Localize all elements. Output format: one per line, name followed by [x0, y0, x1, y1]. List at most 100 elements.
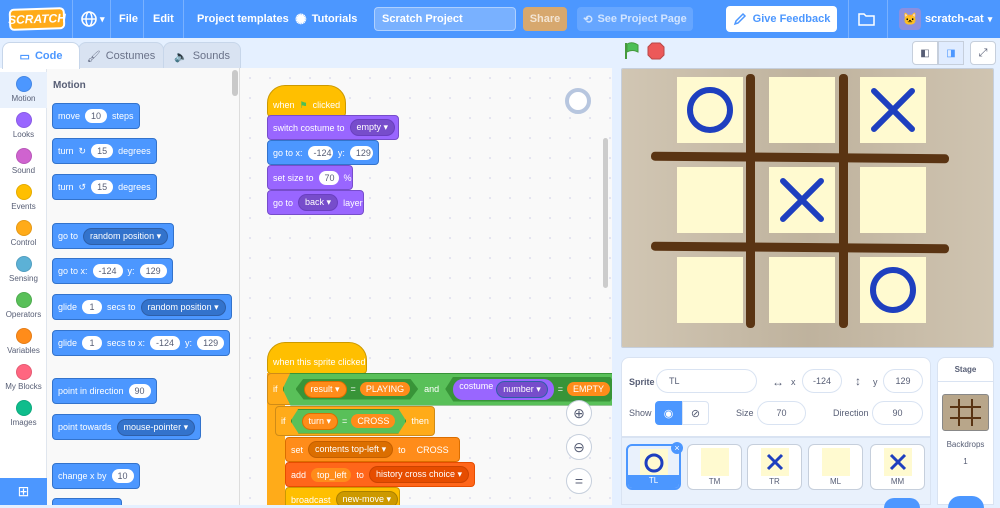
- block-if-outer[interactable]: if result=PLAYING and costumenumber=EMPT…: [267, 373, 612, 405]
- sprite-direction-input[interactable]: 90: [872, 401, 923, 425]
- file-menu[interactable]: File: [119, 0, 138, 38]
- code-workspace[interactable]: when⚑clicked switch costume toempty go t…: [240, 68, 612, 505]
- language-globe-icon[interactable]: ▾: [80, 0, 105, 38]
- sprite-tile-tl[interactable]: TL ×: [626, 442, 683, 490]
- block-go-to-layer[interactable]: go tobacklayer: [267, 190, 364, 215]
- sprite-y-input[interactable]: 129: [883, 369, 923, 393]
- block-glide-to[interactable]: glide 1 secs to random position: [52, 294, 232, 320]
- fullscreen-button[interactable]: ⤢: [970, 41, 996, 65]
- give-feedback-button[interactable]: Give Feedback: [726, 6, 837, 32]
- o-mark: [870, 267, 916, 313]
- block-switch-costume[interactable]: switch costume to empty: [267, 115, 399, 140]
- fullscreen-icon: ⤢: [978, 46, 988, 59]
- chevron-down-icon: ▾: [987, 13, 993, 24]
- add-sprite-button[interactable]: [884, 498, 920, 508]
- stage-canvas[interactable]: [621, 68, 994, 348]
- board-cell[interactable]: [860, 77, 926, 143]
- my-stuff-folder-icon[interactable]: [858, 0, 875, 38]
- block-change-x[interactable]: change x by 10: [52, 463, 140, 489]
- board-cell[interactable]: [769, 167, 835, 233]
- tab-costumes[interactable]: 🖌 Costumes: [78, 42, 164, 69]
- block-point-towards[interactable]: point towards mouse-pointer: [52, 414, 202, 440]
- block-partial[interactable]: [52, 498, 122, 505]
- stage-target-panel[interactable]: Stage Backdrops 1: [937, 357, 994, 508]
- category-variables[interactable]: Variables: [0, 324, 47, 360]
- sprite-size-input[interactable]: 70: [757, 401, 806, 425]
- block-palette: Motion move 10 steps turn ↻ 15 degrees turn ↺ 1…: [47, 68, 240, 505]
- category-images[interactable]: Images: [0, 396, 47, 432]
- block-broadcast[interactable]: broadcast new-move: [285, 487, 400, 505]
- tab-sounds[interactable]: 🔈 Sounds: [163, 42, 241, 69]
- small-stage-button[interactable]: ◧: [912, 41, 938, 65]
- block-turn-left[interactable]: turn ↺ 15 degrees: [52, 174, 157, 200]
- x-mark: [780, 178, 824, 222]
- sprite-tile-tr[interactable]: TR: [747, 444, 802, 490]
- block-when-sprite-clicked[interactable]: when this sprite clicked: [267, 342, 367, 374]
- tab-code-label: Code: [34, 50, 63, 62]
- show-hidden-button[interactable]: ⊘: [682, 401, 709, 425]
- zoom-in-button[interactable]: ⊕: [566, 400, 592, 426]
- speaker-icon: 🔈: [173, 50, 188, 63]
- sprite-tile-mm[interactable]: MM: [870, 444, 925, 490]
- board-cell[interactable]: [769, 257, 835, 323]
- block-set-variable[interactable]: setcontents top-lefttoCROSS: [285, 437, 460, 462]
- share-button[interactable]: Share: [523, 7, 567, 31]
- edit-menu[interactable]: Edit: [153, 0, 174, 38]
- category-my-blocks[interactable]: My Blocks: [0, 360, 47, 396]
- block-go-to-xy[interactable]: go to x: -124 y: 129: [267, 140, 379, 165]
- category-sensing[interactable]: Sensing: [0, 252, 47, 288]
- block-go-to-xy[interactable]: go to x: -124 y: 129: [52, 258, 173, 284]
- add-extension-button[interactable]: ⊞: [0, 478, 47, 505]
- board-cell[interactable]: [860, 167, 926, 233]
- category-sound[interactable]: Sound: [0, 144, 47, 180]
- tutorials-menu[interactable]: ✺ Tutorials: [295, 0, 357, 38]
- delete-sprite-icon[interactable]: ×: [671, 442, 683, 454]
- zoom-out-button[interactable]: ⊖: [566, 434, 592, 460]
- see-project-page-button[interactable]: ⟲ See Project Page: [577, 7, 693, 31]
- board-cell[interactable]: [769, 77, 835, 143]
- block-set-size[interactable]: set size to 70%: [267, 165, 353, 190]
- category-motion[interactable]: Motion: [0, 72, 47, 108]
- block-turn-right[interactable]: turn ↻ 15 degrees: [52, 138, 157, 164]
- block-if-inner[interactable]: if turn=CROSS then: [275, 406, 435, 436]
- backdrop-thumbnail[interactable]: [942, 394, 989, 431]
- rotate-right-icon: ↻: [78, 145, 87, 156]
- category-operators[interactable]: Operators: [0, 288, 47, 324]
- zoom-reset-button[interactable]: =: [566, 468, 592, 494]
- category-events[interactable]: Events: [0, 180, 47, 216]
- zoom-in-icon: ⊕: [573, 404, 585, 421]
- category-looks[interactable]: Looks: [0, 108, 47, 144]
- sprite-name: TR: [769, 477, 780, 486]
- project-title-input[interactable]: Scratch Project: [374, 7, 516, 31]
- sprite-tile-tm[interactable]: TM: [687, 444, 742, 490]
- board-cell[interactable]: [677, 257, 743, 323]
- block-go-to[interactable]: go to random position: [52, 223, 175, 249]
- board-cell[interactable]: [677, 167, 743, 233]
- block-glide-to-xy[interactable]: glide 1 secs to x: -124 y: 129: [52, 330, 231, 356]
- sprite-thumb: [760, 448, 789, 476]
- palette-scrollbar[interactable]: [232, 70, 238, 96]
- board-cell[interactable]: [860, 257, 926, 323]
- block-move-steps[interactable]: move 10 steps: [52, 103, 140, 129]
- account-menu[interactable]: 🐱 scratch-cat ▾: [899, 0, 992, 38]
- board-line: [839, 74, 848, 328]
- feedback-label: Give Feedback: [752, 13, 831, 25]
- block-point-in-direction[interactable]: point in direction 90: [52, 378, 157, 404]
- sprite-tile-ml[interactable]: ML: [808, 444, 863, 490]
- green-flag-icon[interactable]: [624, 42, 640, 60]
- stop-sign-icon[interactable]: [647, 42, 665, 60]
- add-backdrop-button[interactable]: [948, 496, 984, 508]
- show-visible-button[interactable]: ◉: [655, 401, 682, 425]
- sprite-x-input[interactable]: -124: [802, 369, 842, 393]
- sprite-info-panel: Sprite TL ↔ x -124 ↕ y 129 Show ◉ ⊘ Size…: [621, 357, 931, 437]
- scratch-logo[interactable]: SCRATCH: [8, 7, 66, 31]
- tab-code[interactable]: ▭ Code: [2, 42, 80, 69]
- sprite-name-input[interactable]: TL: [656, 369, 757, 393]
- block-add-to-list[interactable]: add top_left to history cross choice: [285, 462, 475, 487]
- large-stage-button[interactable]: ◨: [938, 41, 964, 65]
- category-control[interactable]: Control: [0, 216, 47, 252]
- project-templates-menu[interactable]: Project templates: [197, 0, 289, 38]
- board-cell[interactable]: [677, 77, 743, 143]
- block-when-flag-clicked[interactable]: when ⚑ clicked: [267, 85, 346, 117]
- workspace-scrollbar[interactable]: [603, 138, 608, 288]
